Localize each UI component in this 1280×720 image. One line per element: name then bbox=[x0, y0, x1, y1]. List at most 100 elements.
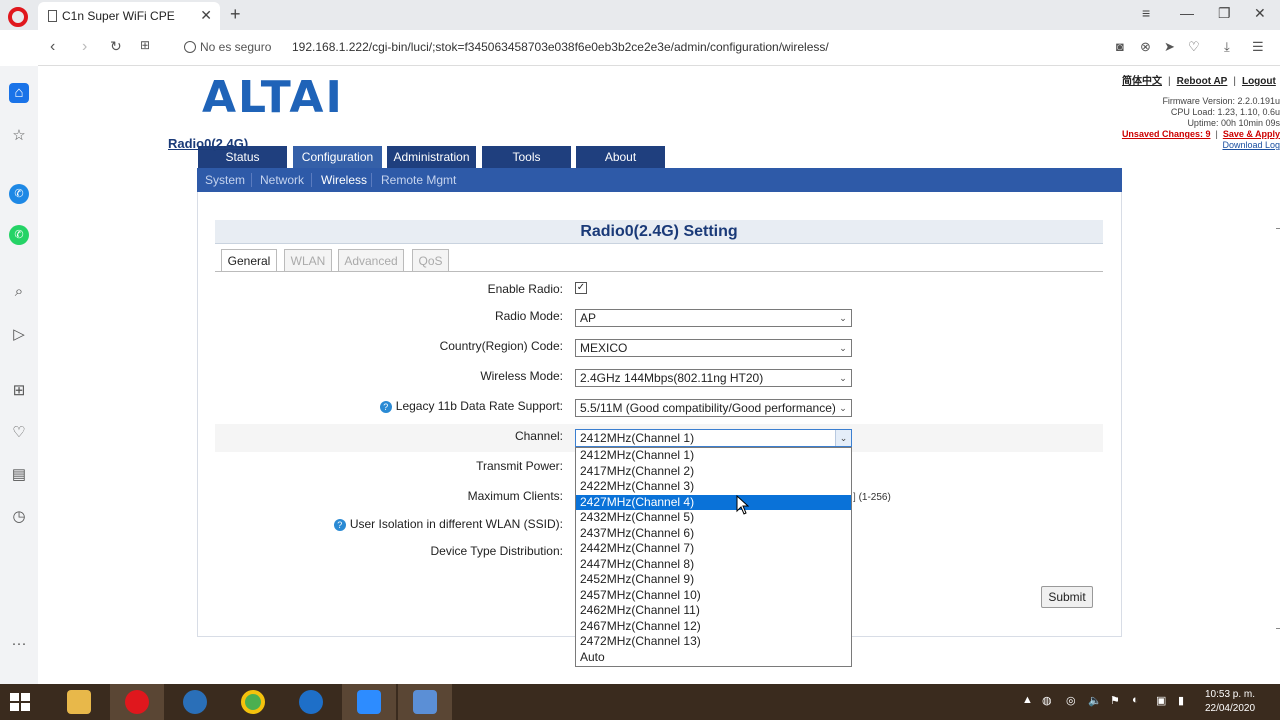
help-icon[interactable]: ? bbox=[333, 519, 346, 531]
opera-logo-icon[interactable] bbox=[8, 7, 28, 27]
channel-option-selected[interactable]: 2427MHz(Channel 4) bbox=[576, 494, 851, 510]
taskbar-clock[interactable]: 10:53 p. m. 22/04/2020 bbox=[1200, 688, 1260, 716]
radio-link[interactable]: Radio0(2.4G) bbox=[168, 136, 248, 151]
tab-administration[interactable]: Administration bbox=[387, 146, 476, 168]
menu-icon[interactable]: ☰ bbox=[1252, 39, 1264, 55]
channel-option[interactable]: 2457MHz(Channel 10) bbox=[576, 588, 851, 604]
unsaved-changes-link[interactable]: Unsaved Changes: 9 bbox=[1122, 129, 1211, 139]
chrome-task[interactable] bbox=[226, 684, 280, 720]
address-bar: ‹ › ↻ ⊞ No es seguro 192.168.1.222/cgi-b… bbox=[38, 30, 1280, 66]
subtab-advanced[interactable]: Advanced bbox=[338, 249, 404, 271]
channel-option[interactable]: 2467MHz(Channel 12) bbox=[576, 619, 851, 635]
document-icon bbox=[48, 10, 57, 22]
network-icon[interactable]: ⚑ bbox=[1110, 694, 1120, 707]
channel-option[interactable]: 2417MHz(Channel 2) bbox=[576, 464, 851, 480]
channel-option[interactable]: 2412MHz(Channel 1) bbox=[576, 448, 851, 464]
download-log-link[interactable]: Download Log bbox=[1222, 140, 1280, 150]
battery-icon[interactable]: ▮ bbox=[1178, 694, 1184, 707]
tab-configuration[interactable]: Configuration bbox=[293, 146, 382, 168]
channel-option[interactable]: 2452MHz(Channel 9) bbox=[576, 572, 851, 588]
channel-select[interactable]: 2412MHz(Channel 1) ⌄ bbox=[575, 429, 852, 447]
tab-tools[interactable]: Tools bbox=[482, 146, 571, 168]
close-tab-icon[interactable]: ✕ bbox=[200, 7, 212, 24]
wireless-mode-select[interactable]: 2.4GHz 144Mbps(802.11ng HT20) ⌄ bbox=[575, 369, 852, 387]
block-icon[interactable]: ⊗ bbox=[1140, 39, 1151, 55]
browser-tab-bar: C1n Super WiFi CPE ✕ + ≡ — ❐ ✕ bbox=[0, 0, 1280, 30]
video-icon bbox=[357, 690, 381, 714]
send-icon[interactable]: ➤ bbox=[1164, 39, 1175, 55]
opera-task[interactable] bbox=[110, 684, 164, 720]
help-icon[interactable]: ? bbox=[379, 401, 392, 413]
channel-option[interactable]: 2432MHz(Channel 5) bbox=[576, 510, 851, 526]
tray-app-icon[interactable]: ◎ bbox=[1066, 694, 1076, 707]
close-window-button[interactable]: ✕ bbox=[1254, 5, 1266, 22]
more-icon[interactable]: ··· bbox=[9, 634, 29, 654]
submit-button[interactable]: Submit bbox=[1041, 586, 1093, 608]
file-explorer-task[interactable] bbox=[52, 684, 106, 720]
channel-option[interactable]: 2462MHz(Channel 11) bbox=[576, 603, 851, 619]
subtab-general[interactable]: General bbox=[221, 249, 277, 271]
save-apply-link[interactable]: Save & Apply bbox=[1223, 129, 1280, 139]
reload-icon[interactable]: ↻ bbox=[110, 38, 122, 55]
radio-mode-select[interactable]: AP ⌄ bbox=[575, 309, 852, 327]
history-icon[interactable]: ◷ bbox=[9, 507, 29, 527]
legacy-label-text: Legacy 11b Data Rate Support: bbox=[395, 399, 563, 413]
home-icon[interactable]: ⌂ bbox=[9, 83, 29, 103]
new-tab-button[interactable]: + bbox=[230, 4, 241, 25]
minimize-button[interactable]: — bbox=[1180, 5, 1194, 21]
subtab-qos[interactable]: QoS bbox=[412, 249, 449, 271]
control-panel-task[interactable] bbox=[398, 684, 452, 720]
camera-icon[interactable]: ◙ bbox=[1116, 39, 1124, 54]
subnav-network[interactable]: Network bbox=[260, 173, 304, 187]
channel-option[interactable]: 2422MHz(Channel 3) bbox=[576, 479, 851, 495]
maximize-button[interactable]: ❐ bbox=[1218, 5, 1231, 22]
channel-option[interactable]: 2472MHz(Channel 13) bbox=[576, 634, 851, 650]
phone-icon bbox=[183, 690, 207, 714]
security-indicator[interactable]: No es seguro bbox=[184, 40, 271, 54]
legacy-select[interactable]: 5.5/11M (Good compatibility/Good perform… bbox=[575, 399, 852, 417]
search-icon[interactable]: ⌕ bbox=[9, 282, 29, 302]
country-select[interactable]: MEXICO ⌄ bbox=[575, 339, 852, 357]
channel-option[interactable]: Auto bbox=[576, 650, 851, 666]
logout-link[interactable]: Logout bbox=[1242, 76, 1276, 87]
app-task[interactable] bbox=[284, 684, 338, 720]
favorites-icon[interactable]: ♡ bbox=[9, 423, 29, 443]
tab-about[interactable]: About bbox=[576, 146, 665, 168]
opera-sidebar: ⌂ ☆ ✆ ✆ ⌕ ▷ ⊞ ♡ ▤ ◷ ··· bbox=[0, 66, 38, 684]
subnav-system[interactable]: System bbox=[205, 173, 245, 187]
star-icon[interactable]: ☆ bbox=[9, 126, 29, 146]
tray-app-icon[interactable]: ▣ bbox=[1156, 694, 1166, 707]
tabs-grid-icon[interactable]: ⊞ bbox=[140, 38, 150, 52]
url-field[interactable]: 192.168.1.222/cgi-bin/luci/;stok=f345063… bbox=[292, 40, 829, 54]
subnav-remote-mgmt[interactable]: Remote Mgmt bbox=[381, 173, 456, 187]
forward-icon[interactable]: › bbox=[82, 38, 87, 56]
heart-icon[interactable]: ♡ bbox=[1188, 39, 1200, 55]
easy-setup-icon[interactable]: ≡ bbox=[1142, 5, 1150, 21]
tab-divider bbox=[215, 271, 1103, 272]
tray-app-icon[interactable]: ◐ bbox=[1132, 694, 1139, 706]
channel-option[interactable]: 2437MHz(Channel 6) bbox=[576, 526, 851, 542]
subtab-wlan[interactable]: WLAN bbox=[284, 249, 332, 271]
back-icon[interactable]: ‹ bbox=[50, 38, 55, 56]
messenger-icon[interactable]: ✆ bbox=[9, 184, 29, 204]
grid-icon[interactable]: ⊞ bbox=[9, 381, 29, 401]
send-sidebar-icon[interactable]: ▷ bbox=[9, 325, 29, 345]
phone-task[interactable] bbox=[168, 684, 222, 720]
channel-option[interactable]: 2447MHz(Channel 8) bbox=[576, 557, 851, 573]
subnav-wireless[interactable]: Wireless bbox=[321, 173, 367, 187]
zoom-task[interactable] bbox=[342, 684, 396, 720]
radio-mode-value: AP bbox=[580, 311, 597, 325]
channel-option[interactable]: 2442MHz(Channel 7) bbox=[576, 541, 851, 557]
whatsapp-icon[interactable]: ✆ bbox=[9, 225, 29, 245]
chevron-down-icon: ⌄ bbox=[835, 430, 851, 446]
tray-chevron-icon[interactable]: ▲ bbox=[1022, 694, 1033, 706]
tray-app-icon[interactable]: ◍ bbox=[1042, 694, 1052, 707]
volume-icon[interactable]: 🔈 bbox=[1088, 694, 1102, 707]
news-icon[interactable]: ▤ bbox=[9, 465, 29, 485]
enable-radio-checkbox[interactable]: ✓ bbox=[575, 282, 587, 294]
download-icon[interactable]: ⤓ bbox=[1224, 39, 1230, 55]
language-link[interactable]: 简体中文 bbox=[1122, 76, 1162, 87]
browser-tab[interactable]: C1n Super WiFi CPE ✕ bbox=[38, 2, 220, 30]
reboot-link[interactable]: Reboot AP bbox=[1177, 76, 1228, 87]
windows-start-icon[interactable] bbox=[10, 693, 30, 711]
